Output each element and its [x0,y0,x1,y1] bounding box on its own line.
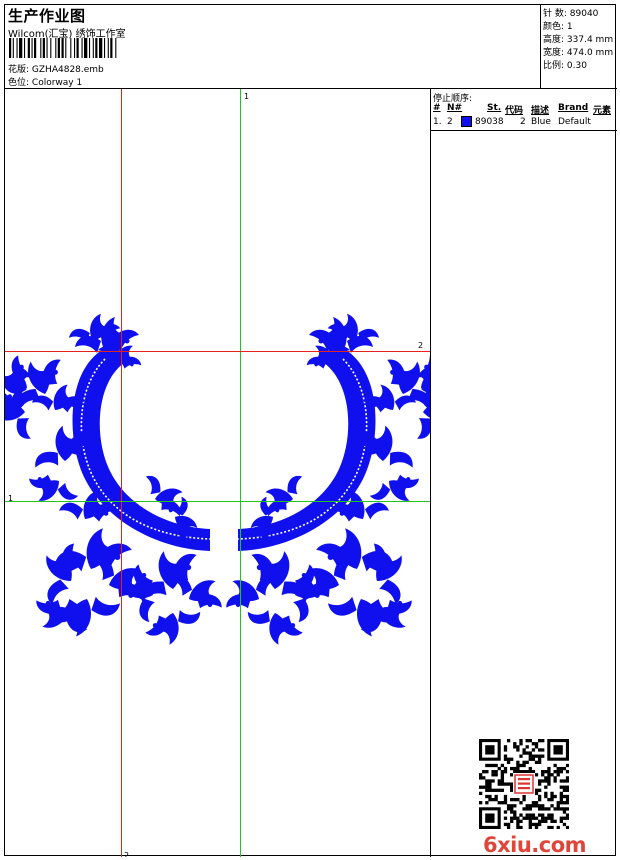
qr-code [479,739,569,829]
colors-value: 1 [566,22,573,32]
row-stitches: 89038 [475,117,504,127]
row-description: Blue [531,117,551,127]
width-row: 宽度: 474.0 mm [543,45,613,58]
stitches-row: 针 数: 89040 [543,6,598,19]
design-info-panel: 针 数: 89040 颜色: 1 高度: 337.4 mm 宽度: 474.0 … [541,5,617,89]
guide-line-green-horizontal [5,501,430,502]
barcode [9,38,117,58]
col-header-stitches: St. [487,103,502,113]
row-seq: 1. [433,117,442,127]
guide-label-top: 1 [244,92,250,101]
colorway-label: 色位: [8,78,30,88]
guide-label-bottom: 2 [124,851,130,858]
height-row: 高度: 337.4 mm [543,32,613,45]
col-header-brand: Brand [558,103,589,113]
width-label: 宽度: [543,48,565,58]
table-divider [431,130,617,131]
scale-label: 比例: [543,61,565,71]
file-line: 花版: GZHA4828.emb [8,62,104,75]
colorway-value: Colorway 1 [31,78,83,88]
design-canvas: 1 2 1 2 [5,89,431,857]
guide-line-green-vertical [240,89,241,857]
scale-value: 0.30 [566,61,587,71]
colors-label: 颜色: [543,22,565,32]
file-value: GZHA4828.emb [31,65,104,75]
col-header-code: 代码 [505,106,524,116]
row-brand: Default [558,117,591,127]
col-header-element: 元素 [593,106,612,116]
header-panel: 生产作业图 Wilcom(汇宝) 绣饰工作室 花版: GZHA4828.emb … [5,5,541,89]
height-value: 337.4 mm [566,35,614,45]
guide-label-left: 1 [8,494,14,503]
file-label: 花版: [8,65,30,75]
stitches-value: 89040 [569,9,599,19]
watermark-text: 6xiu.com [483,833,587,857]
width-value: 474.0 mm [566,48,614,58]
col-header-hash: # [433,103,441,113]
row-needle: 2 [447,117,453,127]
colors-row: 颜色: 1 [543,19,573,32]
embroidery-design [5,89,431,857]
row-code: 2 [520,117,526,127]
scale-row: 比例: 0.30 [543,58,587,71]
guide-line-red-vertical [121,89,122,857]
height-label: 高度: [543,35,565,45]
stitches-label: 针 数: [543,9,567,19]
production-worksheet: 生产作业图 Wilcom(汇宝) 绣饰工作室 花版: GZHA4828.emb … [4,4,617,857]
page-title: 生产作业图 [8,7,86,25]
color-swatch [461,116,472,127]
col-header-needle: N# [447,103,463,113]
colorway-line: 色位: Colorway 1 [8,75,82,88]
guide-label-right: 2 [418,341,424,350]
guide-line-red-horizontal [5,351,430,352]
col-header-description: 描述 [531,106,550,116]
